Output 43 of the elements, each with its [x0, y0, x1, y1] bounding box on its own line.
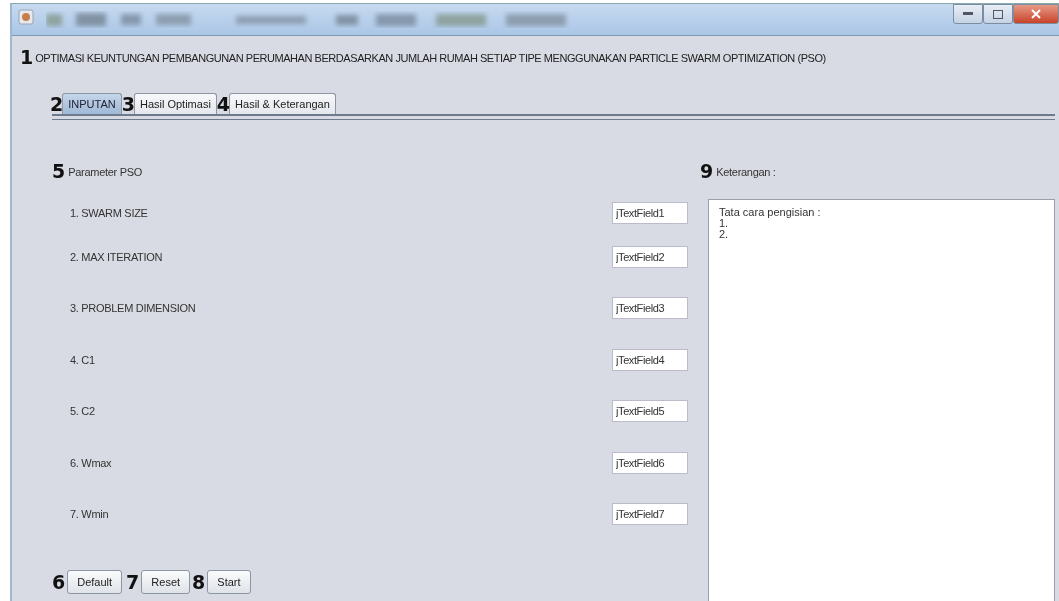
- text-field[interactable]: jTextField5: [612, 400, 688, 423]
- parameter-label: 2. MAX ITERATION: [70, 250, 163, 263]
- annotation-number: 7: [126, 572, 140, 592]
- section-title: Keterangan :: [716, 165, 776, 178]
- annotation-number: 8: [192, 572, 206, 592]
- annotation-number: 2: [50, 95, 64, 114]
- parameter-label: 5. C2: [70, 405, 95, 418]
- text-field[interactable]: jTextField2: [612, 245, 688, 268]
- maximize-button[interactable]: [983, 4, 1013, 24]
- annotation-number: 1: [20, 48, 34, 67]
- text-field[interactable]: jTextField6: [612, 451, 688, 474]
- minimize-button[interactable]: [953, 4, 983, 24]
- notes-text-area[interactable]: Tata cara pengisian : 1. 2.: [708, 199, 1055, 601]
- maximize-icon: [993, 9, 1003, 19]
- text-field[interactable]: jTextField1: [612, 202, 688, 224]
- text-field[interactable]: jTextField7: [612, 503, 688, 526]
- close-button[interactable]: [1013, 4, 1059, 24]
- text-field[interactable]: jTextField3: [612, 297, 688, 320]
- annotation-number: 4: [216, 95, 231, 114]
- tab[interactable]: Hasil & Keterangan: [229, 93, 336, 114]
- parameter-label: 6. Wmax: [70, 456, 112, 469]
- annotation-number: 6: [52, 572, 66, 592]
- close-icon: [1031, 9, 1041, 19]
- app-icon: [18, 9, 34, 25]
- parameter-label: 3. PROBLEM DIMENSION: [70, 302, 196, 315]
- annotation-number: 9: [700, 162, 714, 181]
- tab[interactable]: INPUTAN: [62, 93, 122, 114]
- parameter-label: 7. Wmin: [70, 508, 109, 521]
- app-heading: OPTIMASI KEUNTUNGAN PEMBANGUNAN PERUMAHAN BERDASARKAN JUMLAH RUMAH SETIAP TIPE MENGGUNAKAN PARTICLE SWARM OPTIMIZATION (PSO): [35, 51, 826, 64]
- action-button[interactable]: Start: [207, 570, 251, 594]
- parameter-label: 1. SWARM SIZE: [70, 207, 148, 219]
- action-button[interactable]: Default: [67, 570, 123, 594]
- text-field[interactable]: jTextField4: [612, 348, 688, 371]
- section-title: Parameter PSO: [68, 165, 142, 178]
- tab[interactable]: Hasil Optimasi: [133, 93, 217, 114]
- parameter-label: 4. C1: [70, 353, 95, 366]
- annotation-number: 3: [121, 95, 135, 114]
- notes-line: 1.: [719, 218, 730, 229]
- annotation-number: 5: [52, 162, 66, 181]
- notes-line: Tata cara pengisian :: [719, 207, 822, 218]
- notes-line: 2.: [719, 229, 730, 240]
- action-button[interactable]: Reset: [141, 570, 191, 594]
- minimize-icon: [963, 12, 973, 16]
